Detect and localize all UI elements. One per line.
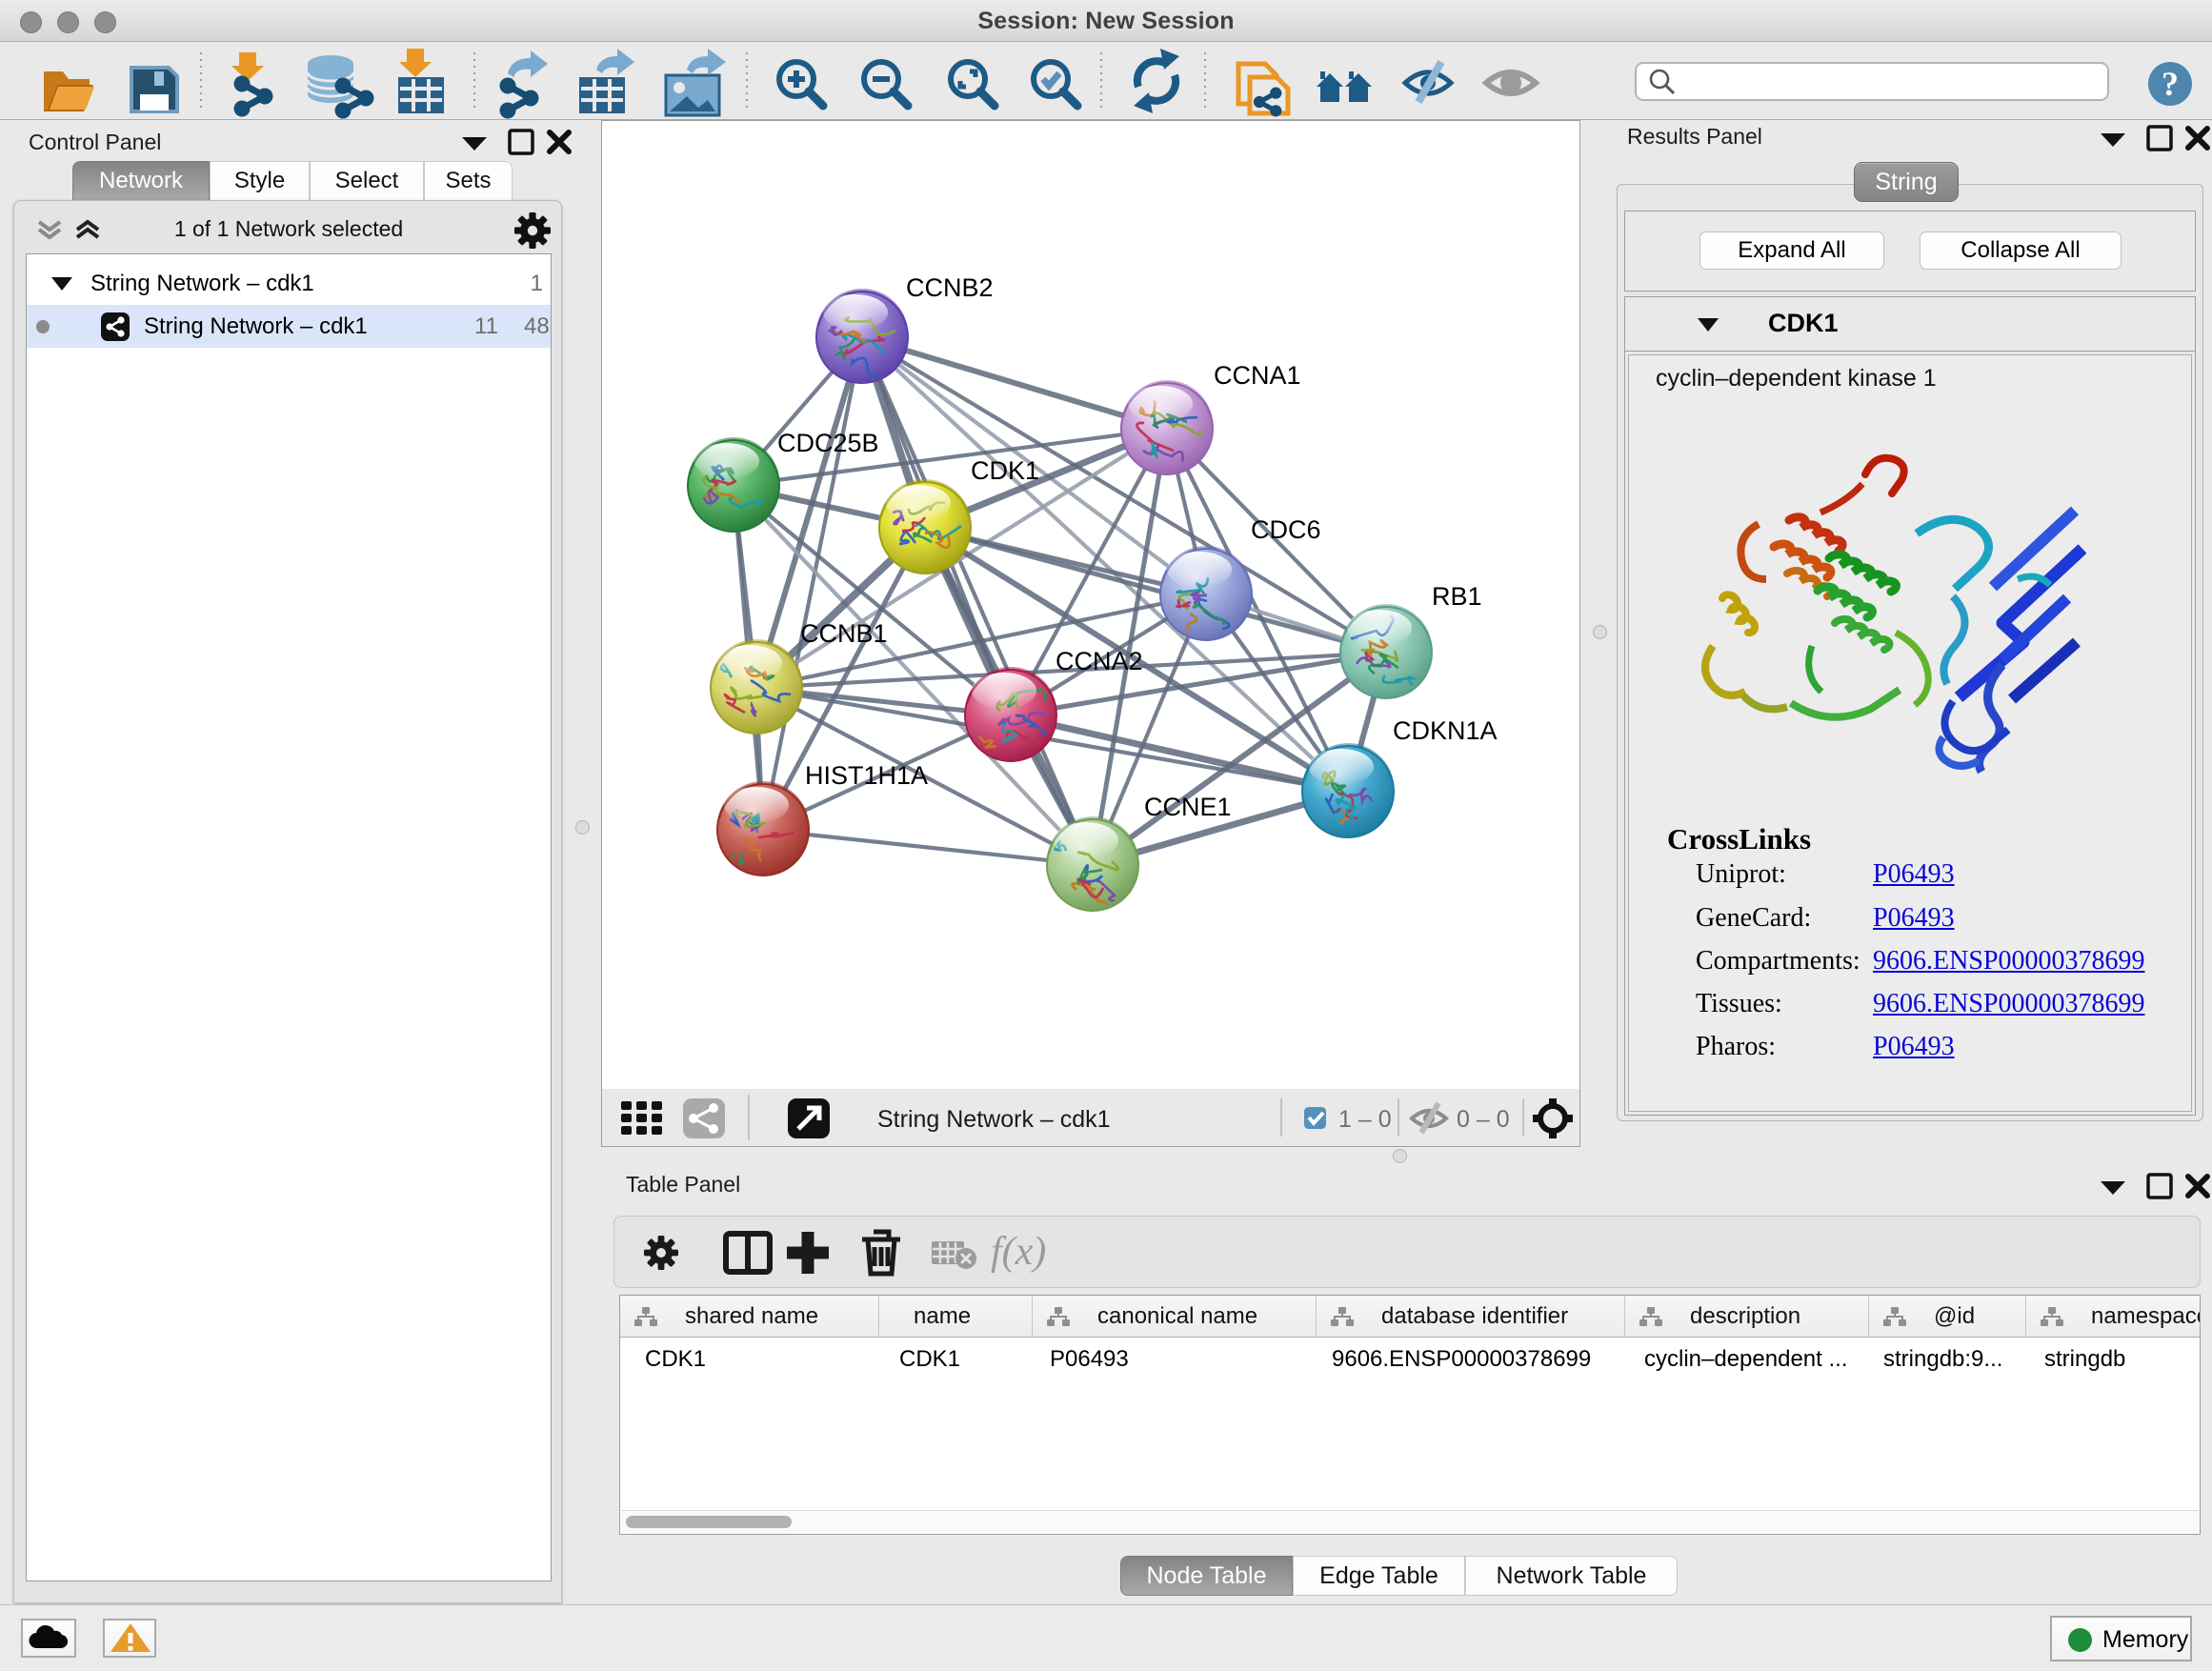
svg-text:RB1: RB1 — [1432, 582, 1482, 611]
svg-text:CDK1: CDK1 — [971, 456, 1039, 485]
svg-text:CDC6: CDC6 — [1251, 515, 1321, 544]
svg-text:CDKN1A: CDKN1A — [1393, 716, 1498, 745]
svg-text:CCNB1: CCNB1 — [800, 619, 888, 648]
svg-text:0 – 0: 0 – 0 — [1457, 1106, 1510, 1133]
svg-text:CCNE1: CCNE1 — [1144, 793, 1232, 821]
svg-text:CCNA2: CCNA2 — [1056, 647, 1143, 675]
svg-text:CDC25B: CDC25B — [777, 429, 879, 457]
svg-text:CCNA1: CCNA1 — [1214, 361, 1301, 390]
svg-text:String Network – cdk1: String Network – cdk1 — [877, 1106, 1111, 1133]
svg-text:f(x): f(x) — [991, 1230, 1046, 1274]
svg-text:HIST1H1A: HIST1H1A — [805, 761, 928, 790]
svg-text:1 – 0: 1 – 0 — [1338, 1106, 1392, 1133]
svg-text:CCNB2: CCNB2 — [906, 273, 994, 302]
svg-text:?: ? — [2162, 65, 2179, 103]
